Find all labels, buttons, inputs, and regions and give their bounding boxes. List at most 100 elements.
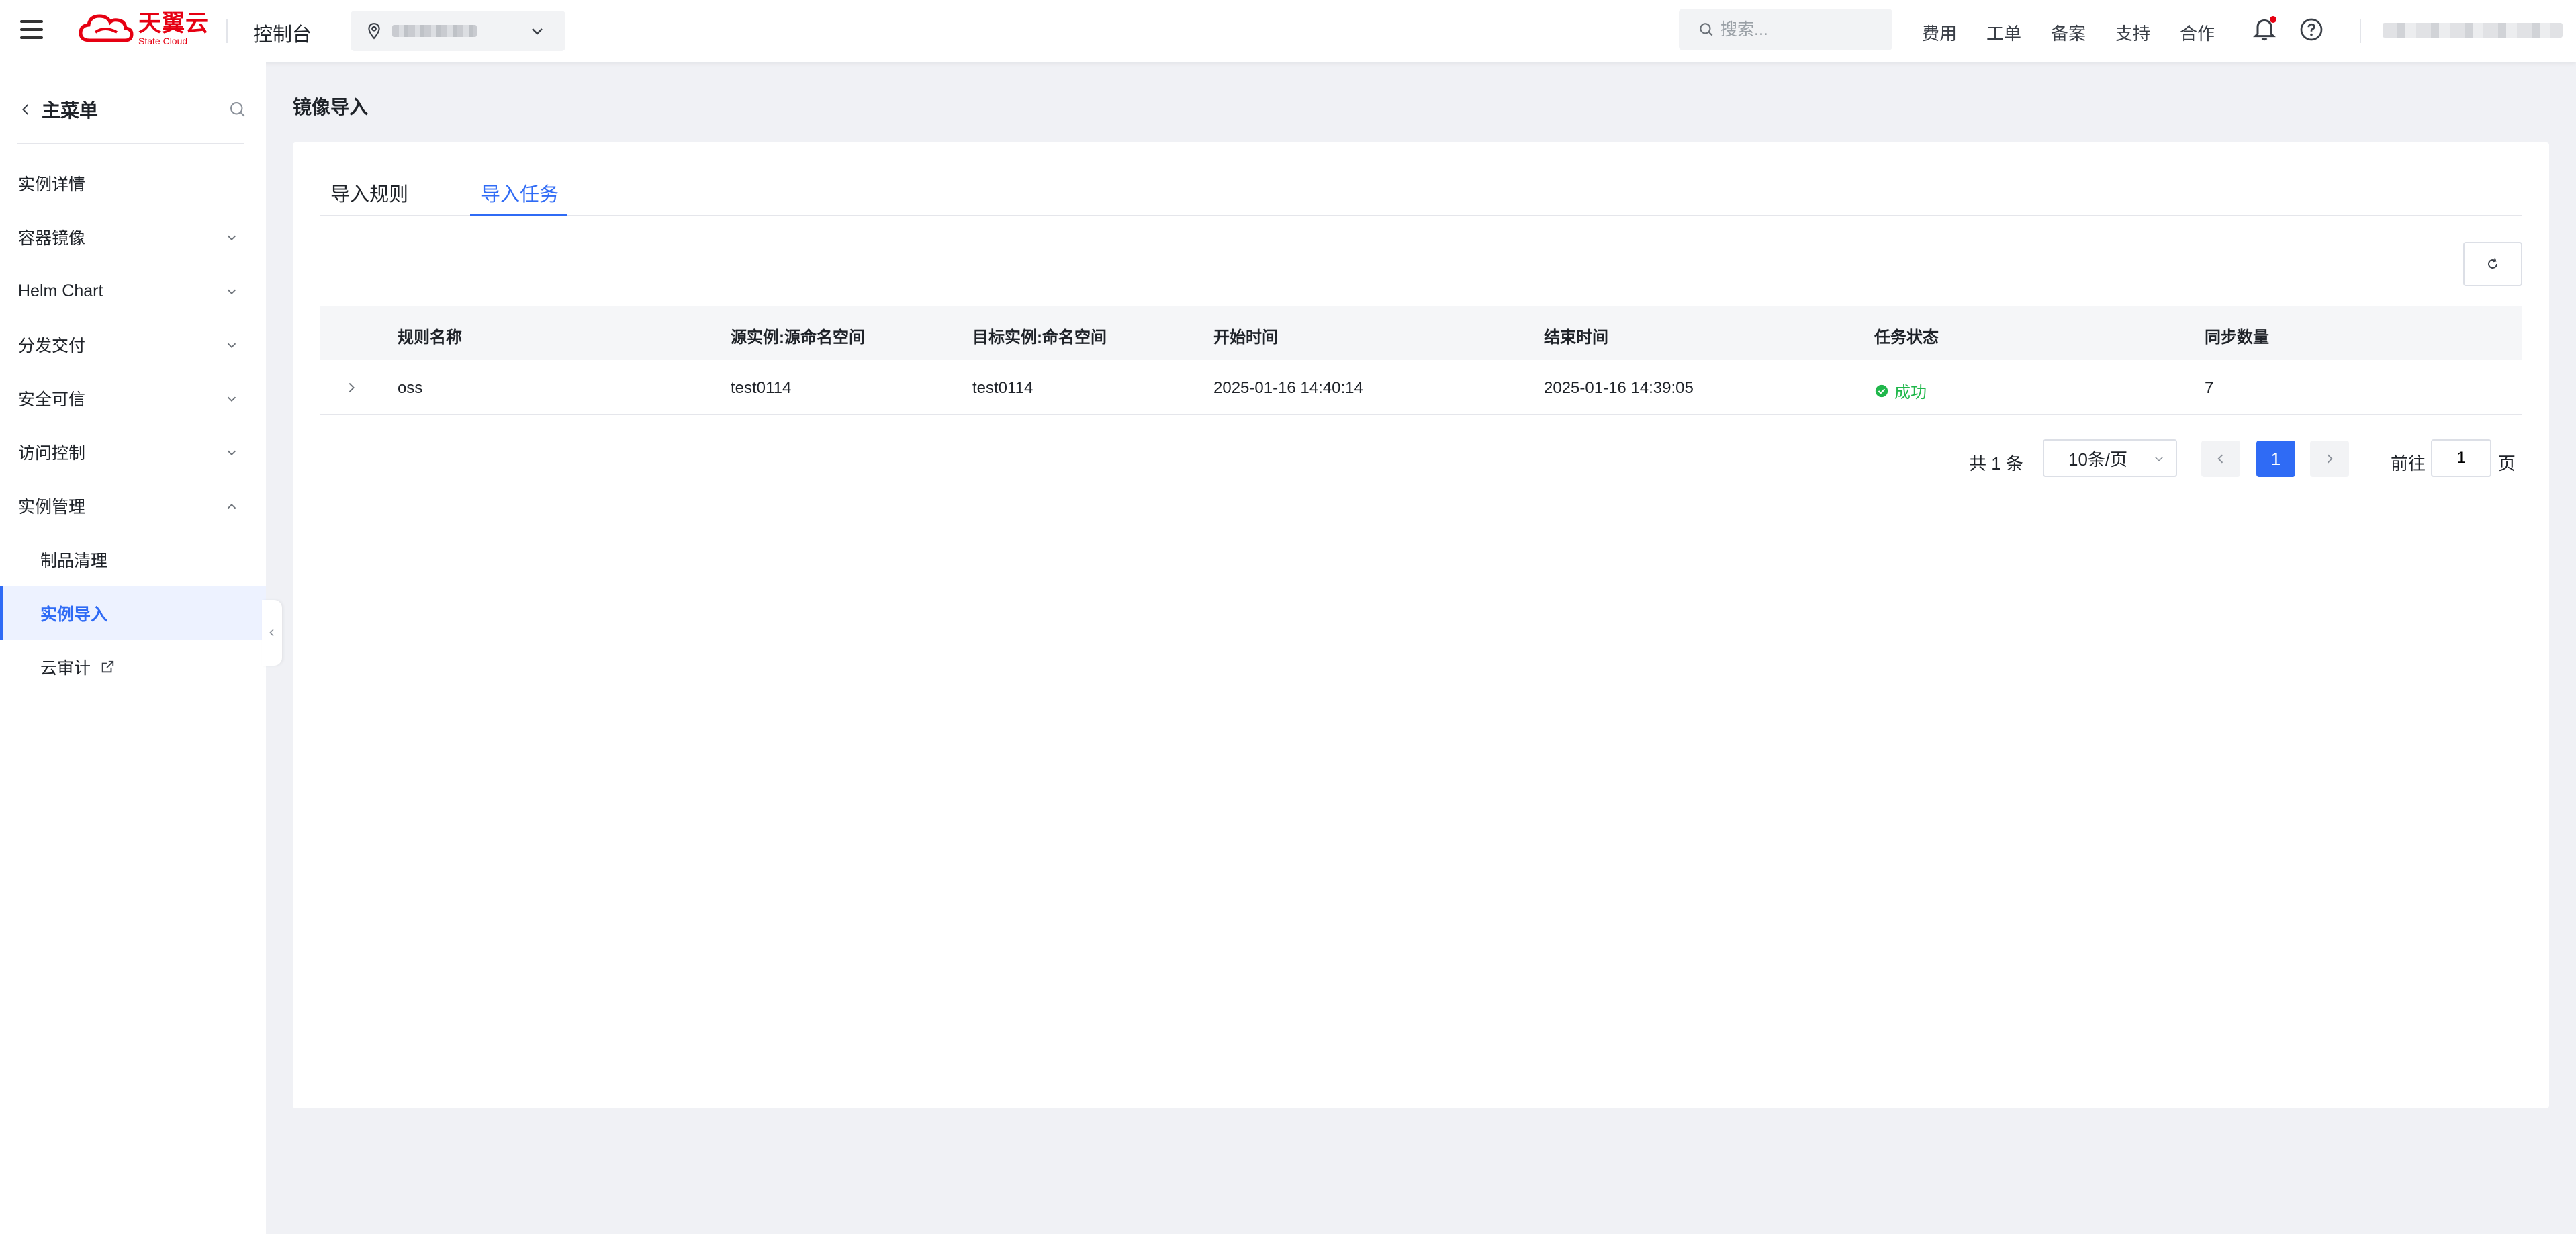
sidebar: 主菜单 实例详情 容器镜像 Helm Chart 分发交付 安全可信 访问控制 xyxy=(0,62,266,1234)
sidebar-header: 主菜单 xyxy=(19,89,247,130)
chevron-left-icon xyxy=(2217,454,2223,464)
sidebar-item-label: Helm Chart xyxy=(18,281,103,300)
logo-cn-text: 天翼云 xyxy=(138,11,209,36)
sidebar-item-label: 制品清理 xyxy=(40,552,108,570)
sidebar-item-label: 实例管理 xyxy=(18,498,86,517)
sidebar-item-label: 访问控制 xyxy=(18,444,86,463)
cloud-logo-icon xyxy=(79,14,134,42)
table-header: 规则名称 源实例:源命名空间 目标实例:命名空间 开始时间 结束时间 任务状态 … xyxy=(320,306,2522,360)
page-button-current[interactable]: 1 xyxy=(2256,441,2295,477)
column-header: 规则名称 xyxy=(398,328,462,347)
tasks-table: 规则名称 源实例:源命名空间 目标实例:命名空间 开始时间 结束时间 任务状态 … xyxy=(320,306,2522,415)
cell-source: test0114 xyxy=(731,379,792,397)
pagination: 共 1 条 10条/页 1 前往 页 xyxy=(293,439,2549,480)
cell-target: test0114 xyxy=(972,379,1033,397)
bell-icon[interactable] xyxy=(2251,15,2278,42)
logo[interactable]: 天翼云 State Cloud xyxy=(78,12,209,46)
notification-dot xyxy=(2270,16,2276,23)
location-pin-icon xyxy=(368,23,380,40)
sidebar-item-instance-details[interactable]: 实例详情 xyxy=(0,157,266,210)
divider xyxy=(17,143,244,144)
cell-status: 成功 xyxy=(1874,379,1927,402)
chevron-down-icon xyxy=(227,235,236,241)
cell-end-time: 2025-01-16 14:39:05 xyxy=(1544,379,1694,397)
divider xyxy=(226,19,228,43)
sidebar-item-label: 安全可信 xyxy=(18,390,86,409)
column-header: 源实例:源命名空间 xyxy=(731,328,865,347)
goto-label: 前往 xyxy=(2391,453,2426,474)
chevron-down-icon xyxy=(227,396,236,402)
chevron-right-icon xyxy=(2327,454,2333,464)
chevron-down-icon xyxy=(2155,457,2163,462)
chevron-left-icon[interactable] xyxy=(19,102,34,117)
global-search[interactable] xyxy=(1679,9,1892,50)
region-select[interactable] xyxy=(351,11,565,51)
chevron-down-icon xyxy=(227,450,236,456)
chevron-down-icon xyxy=(532,28,543,35)
search-input[interactable] xyxy=(1720,19,1882,40)
tab-active-indicator xyxy=(470,214,567,216)
sidebar-item-label: 实例详情 xyxy=(18,175,86,194)
nav-link-fees[interactable]: 费用 xyxy=(1922,20,1957,45)
help-icon[interactable] xyxy=(2299,17,2324,42)
user-account-redacted[interactable] xyxy=(2383,23,2563,38)
sidebar-item-instance-import[interactable]: 实例导入 xyxy=(0,586,266,640)
column-header: 结束时间 xyxy=(1544,328,1608,347)
top-bar: 天翼云 State Cloud 控制台 费用 工单 备案 支持 合作 xyxy=(0,0,2576,62)
divider xyxy=(2360,19,2361,43)
prev-page-button[interactable] xyxy=(2201,441,2240,477)
search-icon xyxy=(1700,23,1713,36)
cell-sync-count: 7 xyxy=(2205,379,2214,397)
nav-link-support[interactable]: 支持 xyxy=(2115,20,2150,45)
tab-import-rules[interactable]: 导入规则 xyxy=(330,179,408,207)
page-title: 镜像导入 xyxy=(293,97,369,118)
sidebar-collapse-toggle[interactable] xyxy=(262,600,282,666)
nav-link-partner[interactable]: 合作 xyxy=(2180,20,2215,45)
cell-start-time: 2025-01-16 14:40:14 xyxy=(1213,379,1363,397)
logo-en-text: State Cloud xyxy=(138,36,188,46)
content-card: 导入规则 导入任务 规则名称 源实例:源命名空间 目标实例:命名空间 开始时间 … xyxy=(293,142,2549,1108)
sidebar-item-label: 容器镜像 xyxy=(18,229,86,248)
column-header: 同步数量 xyxy=(2205,328,2269,347)
table-row[interactable]: oss test0114 test0114 2025-01-16 14:40:1… xyxy=(320,360,2522,415)
nav-link-filing[interactable]: 备案 xyxy=(2051,20,2086,45)
chevron-left-icon xyxy=(269,629,274,637)
column-header: 开始时间 xyxy=(1213,328,1278,347)
chevron-down-icon xyxy=(227,289,236,295)
sidebar-item-label: 云审计 xyxy=(40,659,91,678)
column-header: 任务状态 xyxy=(1874,328,1939,347)
sidebar-item-distribution[interactable]: 分发交付 xyxy=(0,318,266,371)
chevron-right-icon[interactable] xyxy=(344,380,359,395)
page-size-value: 10条/页 xyxy=(2068,449,2128,470)
chevron-down-icon xyxy=(227,343,236,349)
pagination-total: 共 1 条 xyxy=(1969,453,2023,474)
sidebar-item-label: 分发交付 xyxy=(18,337,86,355)
sidebar-item-label: 实例导入 xyxy=(40,605,108,624)
sidebar-item-artifact-cleanup[interactable]: 制品清理 xyxy=(0,533,266,586)
sidebar-item-instance-management[interactable]: 实例管理 xyxy=(0,479,266,533)
sidebar-nav: 实例详情 容器镜像 Helm Chart 分发交付 安全可信 访问控制 实例管理… xyxy=(0,157,266,694)
tab-import-tasks[interactable]: 导入任务 xyxy=(481,179,559,207)
page-size-select[interactable]: 10条/页 xyxy=(2043,439,2177,477)
next-page-button[interactable] xyxy=(2310,441,2349,477)
nav-link-tickets[interactable]: 工单 xyxy=(1986,20,2021,45)
refresh-icon xyxy=(2488,258,2497,269)
sidebar-item-access-control[interactable]: 访问控制 xyxy=(0,425,266,479)
menu-icon[interactable] xyxy=(20,20,43,40)
sidebar-title: 主菜单 xyxy=(42,100,99,121)
status-text: 成功 xyxy=(1894,384,1927,402)
sidebar-item-container-images[interactable]: 容器镜像 xyxy=(0,210,266,264)
page-word: 页 xyxy=(2498,453,2516,474)
refresh-button[interactable] xyxy=(2463,242,2522,286)
chevron-up-icon xyxy=(227,503,236,509)
column-header: 目标实例:命名空间 xyxy=(972,328,1107,347)
cell-rule-name: oss xyxy=(398,379,423,397)
external-link-icon xyxy=(101,660,114,673)
sidebar-item-cloud-audit[interactable]: 云审计 xyxy=(0,640,266,694)
goto-page-input[interactable] xyxy=(2431,439,2491,477)
console-label[interactable]: 控制台 xyxy=(253,19,312,47)
search-icon[interactable] xyxy=(228,100,247,119)
region-name-redacted xyxy=(392,25,477,37)
sidebar-item-security[interactable]: 安全可信 xyxy=(0,371,266,425)
sidebar-item-helm-chart[interactable]: Helm Chart xyxy=(0,264,266,318)
